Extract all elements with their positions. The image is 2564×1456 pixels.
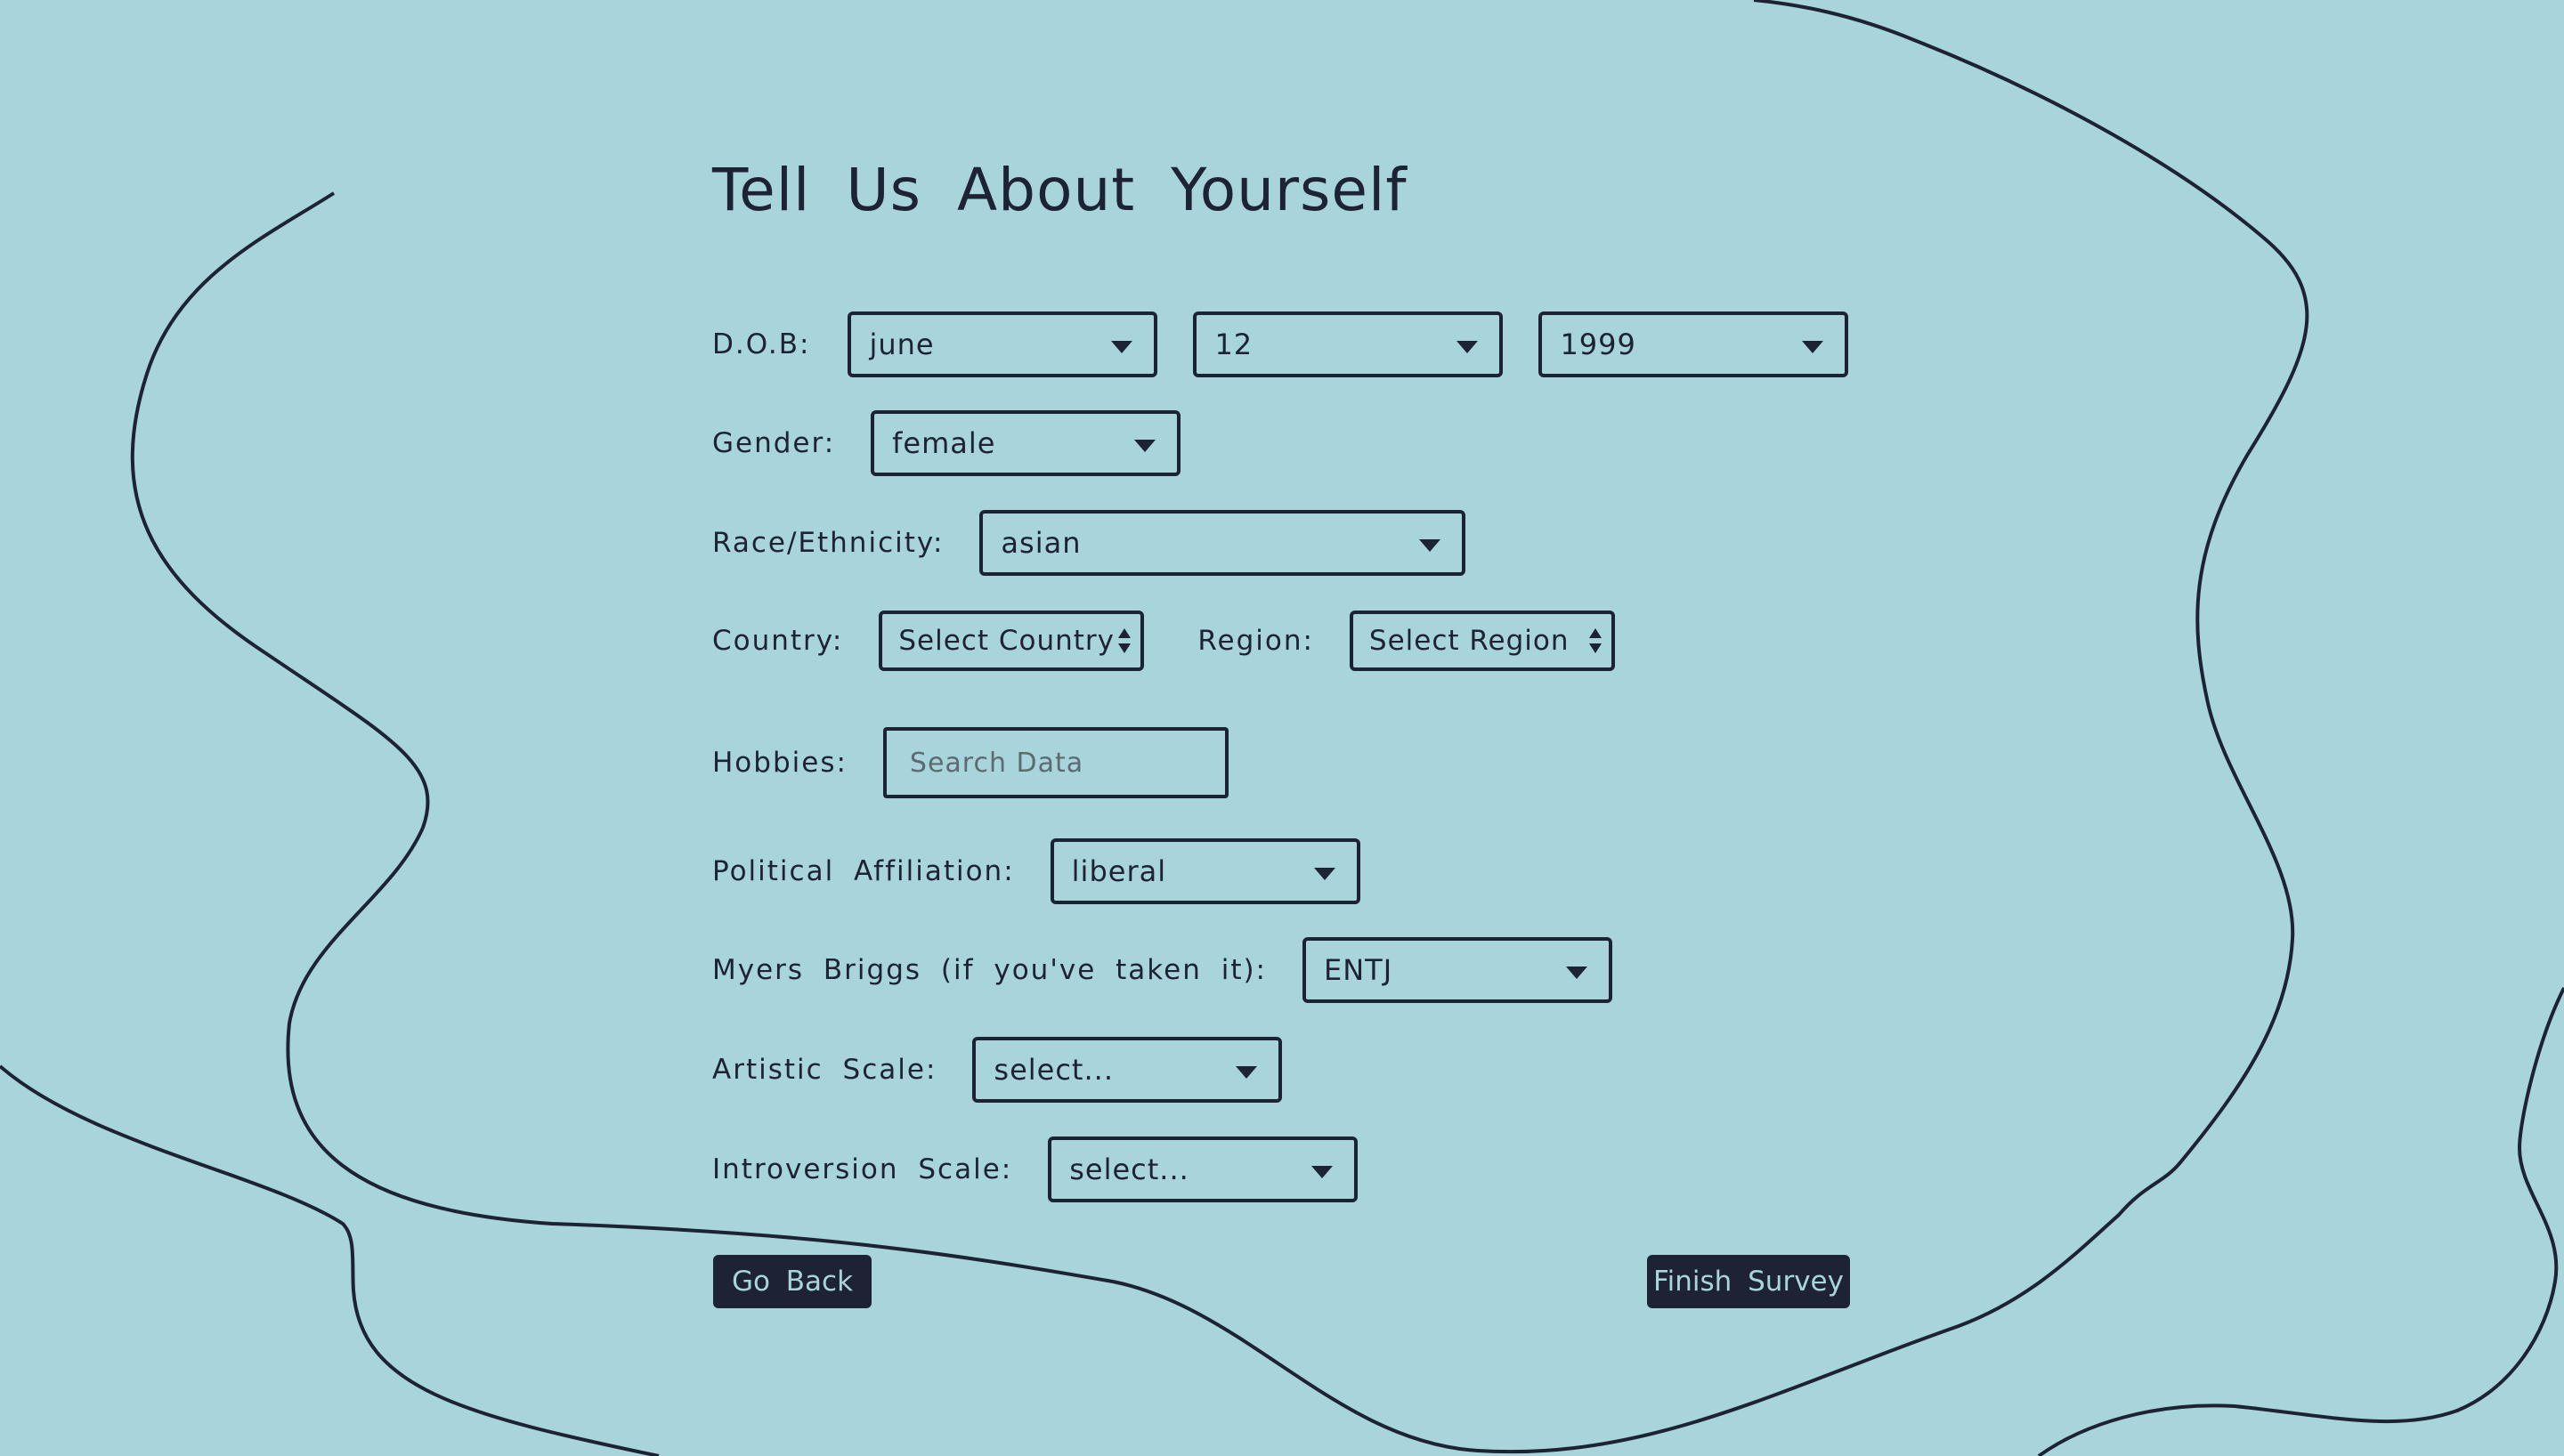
hobbies-row: Hobbies: Search Data — [712, 727, 1229, 798]
introversion-row: Introversion Scale: select... — [712, 1134, 1359, 1205]
race-label: Race/Ethnicity: — [712, 527, 945, 559]
region-value: Select Region — [1368, 625, 1570, 657]
political-value: liberal — [1071, 854, 1167, 888]
myers-briggs-label: Myers Briggs (if you've taken it): — [712, 954, 1268, 986]
region-label: Region: — [1197, 625, 1314, 657]
chevron-down-icon — [1311, 1166, 1334, 1178]
myers-briggs-value: ENTJ — [1324, 953, 1393, 987]
chevron-down-icon — [1134, 440, 1156, 452]
introversion-label: Introversion Scale: — [712, 1153, 1013, 1185]
page-title: Tell Us About Yourself — [712, 156, 1408, 224]
race-value: asian — [1001, 526, 1082, 560]
dob-day-value: 12 — [1214, 328, 1254, 361]
finish-survey-button[interactable]: Finish Survey — [1647, 1255, 1850, 1308]
political-row: Political Affiliation: liberal — [712, 836, 1360, 907]
go-back-button[interactable]: Go Back — [713, 1255, 872, 1308]
chevron-down-icon — [1419, 539, 1441, 552]
hobbies-label: Hobbies: — [712, 747, 848, 779]
race-select[interactable]: asian — [979, 510, 1466, 576]
artistic-value: select... — [994, 1053, 1114, 1087]
chevron-down-icon — [1313, 868, 1335, 880]
chevron-down-icon — [1236, 1066, 1258, 1079]
chevron-down-icon — [1456, 341, 1479, 353]
up-down-stepper-icon — [1588, 627, 1602, 655]
country-value: Select Country — [898, 625, 1115, 657]
gender-value: female — [892, 426, 996, 460]
race-row: Race/Ethnicity: asian — [712, 507, 1466, 578]
gender-row: Gender: female — [712, 408, 1181, 479]
region-select[interactable]: Select Region — [1349, 611, 1615, 671]
myers-briggs-row: Myers Briggs (if you've taken it): ENTJ — [712, 934, 1613, 1006]
chevron-down-icon — [1566, 967, 1588, 979]
gender-select[interactable]: female — [871, 410, 1181, 476]
artistic-row: Artistic Scale: select... — [712, 1034, 1283, 1105]
introversion-value: select... — [1069, 1153, 1189, 1186]
up-down-stepper-icon — [1117, 627, 1132, 655]
dob-year-select[interactable]: 1999 — [1538, 311, 1849, 377]
chevron-down-icon — [1802, 341, 1824, 353]
hobbies-search-input[interactable]: Search Data — [882, 727, 1229, 798]
political-label: Political Affiliation: — [712, 855, 1015, 887]
dob-month-value: june — [869, 328, 935, 361]
dob-year-value: 1999 — [1560, 328, 1636, 361]
dob-label: D.O.B: — [712, 328, 811, 360]
country-select[interactable]: Select Country — [879, 611, 1145, 671]
location-row: Country: Select Country Region: Select R… — [712, 605, 1615, 676]
gender-label: Gender: — [712, 427, 836, 459]
country-label: Country: — [712, 625, 844, 657]
chevron-down-icon — [1111, 341, 1133, 353]
survey-form: Tell Us About Yourself D.O.B: june 12 19… — [0, 0, 2564, 1456]
artistic-label: Artistic Scale: — [712, 1054, 937, 1086]
dob-day-select[interactable]: 12 — [1193, 311, 1504, 377]
dob-row: D.O.B: june 12 1999 — [712, 309, 1849, 380]
political-select[interactable]: liberal — [1050, 838, 1360, 904]
dob-month-select[interactable]: june — [848, 311, 1158, 377]
artistic-scale-select[interactable]: select... — [972, 1037, 1283, 1103]
introversion-scale-select[interactable]: select... — [1048, 1136, 1359, 1202]
myers-briggs-select[interactable]: ENTJ — [1302, 937, 1613, 1003]
